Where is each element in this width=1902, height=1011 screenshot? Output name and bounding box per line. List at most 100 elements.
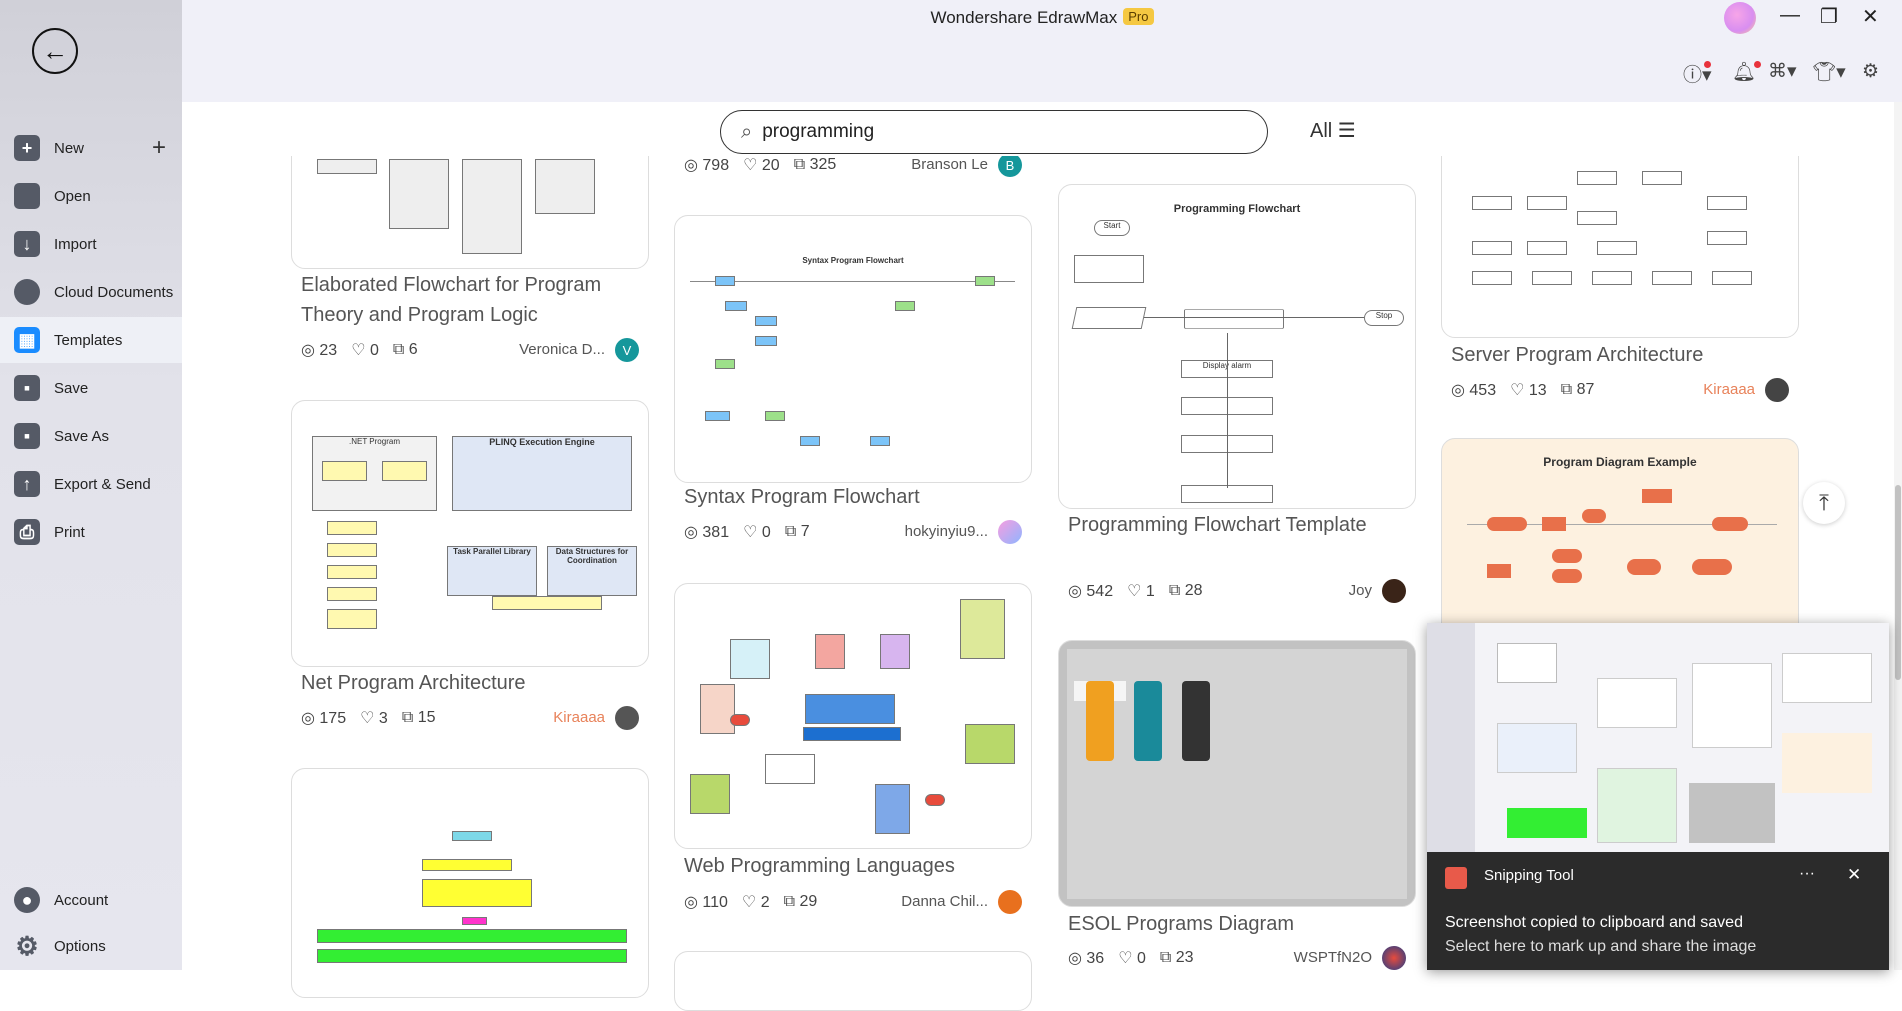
back-button[interactable]: ← [32, 28, 78, 74]
import-icon: ↓ [14, 231, 40, 257]
scrollbar-thumb[interactable] [1895, 485, 1901, 680]
close-icon[interactable]: ✕ [1862, 4, 1879, 29]
copy-icon: ⧉ 23 [1159, 949, 1194, 966]
eye-icon: ◎ 453 [1451, 382, 1497, 399]
author-avatar[interactable]: B [998, 153, 1022, 177]
sidebar-item-label: Account [54, 891, 109, 909]
author-name[interactable]: Kiraaaa [553, 709, 605, 726]
sidebar-item-new[interactable]: + New + [0, 125, 182, 171]
author-name[interactable]: Kiraaaa [1703, 381, 1755, 398]
templates-icon: ▦ [14, 327, 40, 353]
sidebar-item-label: New [54, 139, 85, 157]
author-name[interactable]: Danna Chil... [901, 893, 988, 910]
heart-icon: ♡ 1 [1127, 583, 1155, 600]
copy-icon: ⧉ 87 [1560, 381, 1595, 398]
template-thumbnail[interactable]: Syntax Program Flowchart [674, 215, 1032, 483]
template-thumbnail[interactable] [674, 951, 1032, 1011]
heart-icon: ♡ 3 [360, 710, 388, 727]
bell-icon[interactable]: 🔔︎ [1732, 60, 1756, 84]
author-avatar[interactable] [1382, 946, 1406, 970]
author-avatar[interactable]: V [615, 338, 639, 362]
sidebar-item-open[interactable]: Open [0, 173, 182, 219]
author-name[interactable]: hokyinyiu9... [905, 523, 988, 540]
app-title: Wondershare EdrawMax Pro [182, 8, 1902, 28]
sidebar-item-account[interactable]: ● Account [0, 877, 182, 923]
copy-icon: ⧉ 28 [1168, 582, 1203, 599]
heart-icon: ♡ 20 [743, 157, 780, 174]
sidebar-item-templates[interactable]: ▦ Templates [0, 317, 182, 363]
scrollbar[interactable] [1894, 102, 1902, 970]
template-title[interactable]: Net Program Architecture [301, 668, 646, 698]
sidebar-item-save-as[interactable]: ▪ Save As [0, 413, 182, 459]
restore-icon[interactable]: ❐ [1820, 4, 1838, 29]
sidebar-item-label: Save [54, 379, 89, 397]
author-avatar[interactable] [1382, 579, 1406, 603]
notification-dot [1704, 61, 1711, 68]
sidebar-item-save[interactable]: ▪ Save [0, 365, 182, 411]
sidebar-item-label: Open [54, 187, 91, 205]
search-box[interactable]: ⌕ [720, 110, 1268, 154]
sidebar-item-import[interactable]: ↓ Import [0, 221, 182, 267]
toast-body[interactable]: Snipping Tool ··· ✕ Screenshot copied to… [1427, 852, 1889, 970]
author-name[interactable]: Branson Le [911, 156, 988, 173]
heart-icon: ♡ 2 [741, 894, 770, 911]
template-title[interactable]: Elaborated Flowchart for Program Theory … [301, 270, 646, 330]
author-avatar[interactable] [998, 890, 1022, 914]
author-name[interactable]: WSPTfN2O [1294, 949, 1372, 966]
sidebar-item-options[interactable]: ⚙ Options [0, 923, 182, 969]
filter-all-button[interactable]: All ☰ [1310, 118, 1356, 143]
sidebar-item-print[interactable]: ⎙ Print [0, 509, 182, 555]
snipping-tool-notification[interactable]: Snipping Tool ··· ✕ Screenshot copied to… [1427, 623, 1889, 970]
settings-gear-icon[interactable]: ⚙ [1862, 60, 1879, 83]
template-title[interactable]: Server Program Architecture [1451, 340, 1796, 370]
sidebar-item-export-send[interactable]: ↑ Export & Send [0, 461, 182, 507]
apps-icon[interactable]: ⌘▾ [1768, 60, 1797, 83]
more-options-button[interactable]: ··· [1799, 865, 1815, 883]
template-thumbnail[interactable]: Programming Flowchart Start Stop Display… [1058, 184, 1416, 509]
copy-icon: ⧉ 15 [401, 709, 436, 726]
copy-icon: ⧉ 29 [783, 893, 818, 910]
template-thumbnail[interactable] [1058, 640, 1416, 907]
theme-shirt-icon[interactable]: 👕︎▾ [1812, 60, 1846, 84]
export-icon: ↑ [14, 471, 40, 497]
copy-icon: ⧉ 325 [793, 156, 837, 173]
scroll-to-top-button[interactable]: ⤒ [1803, 482, 1845, 524]
eye-icon: ◎ 381 [684, 524, 730, 541]
template-title[interactable]: Web Programming Languages [684, 851, 1029, 881]
author-avatar[interactable] [1765, 378, 1789, 402]
author-avatar[interactable] [615, 706, 639, 730]
sidebar: ← + New + Open ↓ Import Cloud Documents ▦ Te… [0, 0, 182, 970]
minimize-icon[interactable]: — [1780, 4, 1800, 27]
pro-badge: Pro [1123, 8, 1154, 25]
menu-icon: ☰ [1337, 120, 1356, 142]
save-as-icon: ▪ [14, 423, 40, 449]
sidebar-item-label: Print [54, 523, 85, 541]
template-title[interactable]: Programming Flowchart Template [1068, 510, 1413, 540]
template-thumbnail[interactable]: .NET Program PLINQ Execution Engine Task… [291, 400, 649, 667]
sidebar-item-cloud-documents[interactable]: Cloud Documents [0, 269, 182, 315]
title-bar: Wondershare EdrawMax Pro [182, 0, 1902, 102]
screenshot-preview[interactable] [1427, 623, 1889, 852]
save-icon: ▪ [14, 375, 40, 401]
toast-app-name: Snipping Tool [1484, 867, 1574, 884]
eye-icon: ◎ 36 [1068, 950, 1105, 967]
eye-icon: ◎ 110 [684, 894, 728, 911]
search-input[interactable] [762, 121, 1223, 143]
heart-icon: ♡ 13 [1510, 382, 1547, 399]
user-avatar[interactable] [1724, 2, 1756, 34]
template-title[interactable]: Syntax Program Flowchart [684, 482, 1029, 512]
sidebar-item-label: Import [54, 235, 97, 253]
arrow-up-icon: ⤒ [1819, 490, 1829, 515]
heart-icon: ♡ 0 [351, 342, 379, 359]
toast-close-button[interactable]: ✕ [1847, 865, 1861, 885]
cloud-icon [14, 279, 40, 305]
author-avatar[interactable] [998, 520, 1022, 544]
author-name[interactable]: Veronica D... [519, 341, 605, 358]
eye-icon: ◎ 23 [301, 342, 338, 359]
author-name[interactable]: Joy [1349, 582, 1372, 599]
template-title[interactable]: ESOL Programs Diagram [1068, 909, 1413, 939]
plus-icon[interactable]: + [152, 134, 166, 162]
template-thumbnail[interactable] [291, 768, 649, 998]
toast-title: Screenshot copied to clipboard and saved [1445, 914, 1743, 931]
template-thumbnail[interactable] [674, 583, 1032, 849]
